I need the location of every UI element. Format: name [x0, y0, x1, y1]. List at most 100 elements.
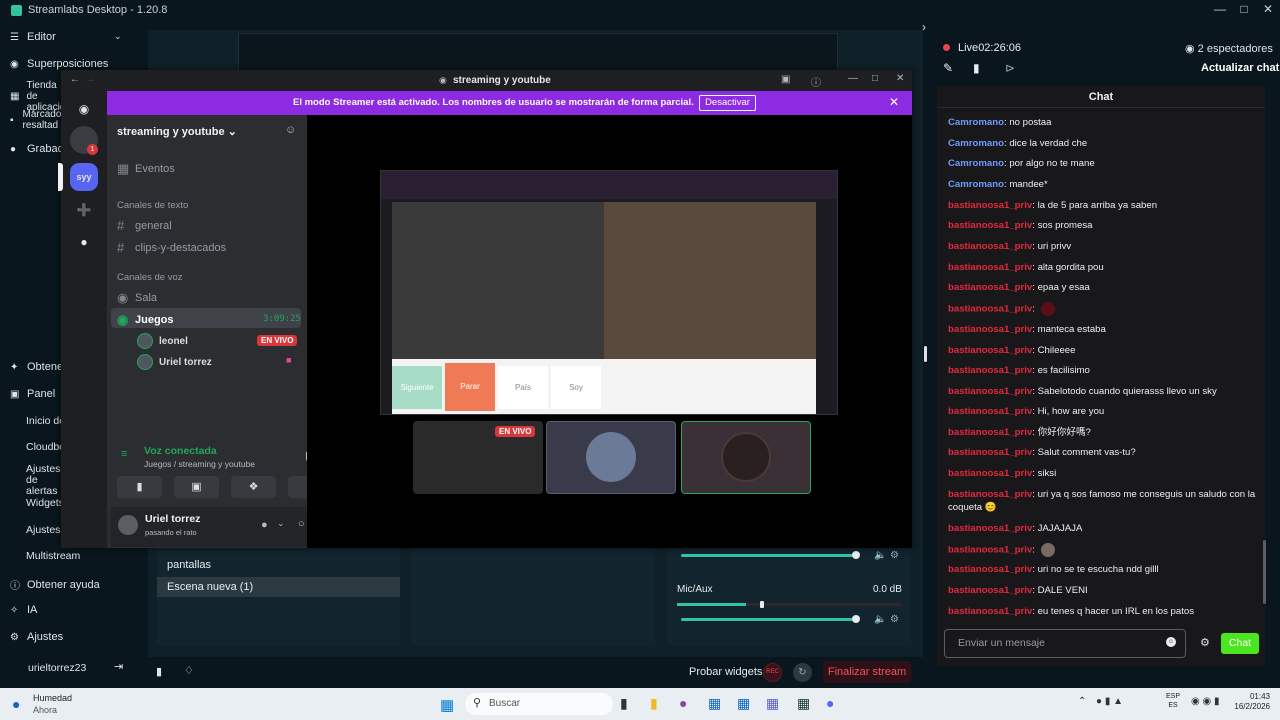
copilot-icon[interactable]: ●: [679, 695, 687, 711]
voice-channel-sala[interactable]: ◉ Sala: [117, 290, 157, 306]
sidebar-sub-inicio[interactable]: Inicio de: [26, 415, 65, 427]
headphones-icon[interactable]: ○: [298, 518, 305, 530]
chat-username[interactable]: bastianoosa1_priv: [948, 324, 1032, 335]
inbox-icon[interactable]: ▣: [781, 74, 790, 85]
emoji-icon[interactable]: ☺: [1166, 637, 1176, 647]
scene-item[interactable]: pantallas: [157, 555, 400, 575]
chat-username[interactable]: bastianoosa1_priv: [948, 545, 1032, 556]
discord-taskbar-icon[interactable]: ●: [826, 695, 834, 711]
taskbar-search[interactable]: ⚲ Buscar: [465, 693, 613, 715]
avatar[interactable]: [118, 515, 138, 535]
speaker-icon[interactable]: 🔈: [874, 614, 886, 625]
voice-user-uriel[interactable]: Uriel torrez: [137, 354, 212, 370]
speaker-icon[interactable]: 🔈: [874, 550, 886, 561]
minimize-button[interactable]: —: [848, 73, 858, 84]
weather-title[interactable]: Humedad: [33, 693, 72, 703]
chat-username[interactable]: bastianoosa1_priv: [948, 262, 1032, 273]
chat-username[interactable]: bastianoosa1_priv: [948, 585, 1032, 596]
deactivate-button[interactable]: Desactivar: [699, 95, 756, 111]
volume-slider-1[interactable]: [681, 554, 857, 557]
close-button[interactable]: ✕: [896, 73, 904, 84]
chat-username[interactable]: bastianoosa1_priv: [948, 564, 1032, 575]
sidebar-item-panel[interactable]: ▣ Panel: [10, 388, 55, 400]
sidebar-sub-widgets[interactable]: Widgets: [26, 497, 64, 509]
sidebar-item-help[interactable]: ⓘ Obtener ayuda: [10, 577, 100, 593]
chat-username[interactable]: bastianoosa1_priv: [948, 468, 1032, 479]
folder-icon[interactable]: ▮: [650, 695, 658, 712]
server-name[interactable]: streaming y youtube ⌄: [117, 125, 237, 138]
sidebar-item-obtain[interactable]: ✦ Obtener: [10, 361, 67, 373]
file-explorer-icon[interactable]: ▮: [620, 695, 628, 712]
chat-username[interactable]: bastianoosa1_priv: [948, 220, 1032, 231]
sidebar-item-ai[interactable]: ✧ IA: [10, 604, 37, 616]
discord-home-icon[interactable]: ◉: [70, 95, 98, 123]
test-widgets-button[interactable]: Probar widgets: [689, 666, 762, 678]
chat-username[interactable]: Camromano: [948, 117, 1004, 128]
chat-username[interactable]: bastianoosa1_priv: [948, 282, 1032, 293]
share-icon[interactable]: ⊳: [1005, 61, 1015, 75]
chevron-down-icon[interactable]: ⌄: [114, 31, 122, 42]
windows-start-icon[interactable]: ▦: [440, 696, 454, 714]
chat-username[interactable]: bastianoosa1_priv: [948, 447, 1032, 458]
clock[interactable]: 01:43 16/2/2026: [1228, 692, 1270, 712]
chat-username[interactable]: Camromano: [948, 179, 1004, 190]
activities-button[interactable]: ❖: [231, 476, 276, 498]
volume-slider-2[interactable]: [681, 618, 857, 621]
logout-icon[interactable]: ⇥: [114, 660, 123, 673]
close-button[interactable]: ✕: [1256, 0, 1280, 20]
sidebar-item-overlays[interactable]: ◉ Superposiciones: [10, 58, 108, 70]
close-icon[interactable]: ✕: [889, 95, 899, 109]
tray-icons[interactable]: ● ▮ ▲: [1096, 696, 1123, 707]
chat-username[interactable]: bastianoosa1_priv: [948, 345, 1032, 356]
stats-icon[interactable]: ▮: [156, 665, 162, 678]
username[interactable]: urieltorrez23: [28, 662, 86, 674]
record-button[interactable]: REC: [763, 663, 782, 682]
help-icon[interactable]: ⓘ: [811, 74, 821, 89]
forward-icon[interactable]: →: [85, 74, 95, 85]
chat-username[interactable]: bastianoosa1_priv: [948, 427, 1032, 438]
folder-icon[interactable]: ▮: [973, 61, 980, 75]
text-category[interactable]: Canales de texto: [117, 200, 188, 211]
chat-settings-icon[interactable]: ⚙: [1200, 636, 1210, 649]
outlook-icon[interactable]: ▦: [737, 695, 750, 712]
teams-icon[interactable]: ▦: [766, 695, 779, 712]
end-stream-button[interactable]: Finalizar stream: [823, 661, 911, 683]
sidebar-item-settings[interactable]: ⚙ Ajustes: [10, 631, 63, 643]
voice-channel-juegos[interactable]: ◉ Juegos: [117, 312, 174, 328]
replay-icon[interactable]: ↻: [793, 663, 812, 682]
chat-username[interactable]: bastianoosa1_priv: [948, 606, 1032, 617]
events-item[interactable]: ▦ Eventos: [117, 161, 175, 177]
resize-handle[interactable]: [924, 346, 927, 362]
chat-username[interactable]: bastianoosa1_priv: [948, 523, 1032, 534]
chat-send-button[interactable]: Chat: [1221, 633, 1259, 654]
channel-clips[interactable]: # clips-y-destacados: [117, 240, 226, 255]
chat-username[interactable]: bastianoosa1_priv: [948, 365, 1032, 376]
chat-username[interactable]: bastianoosa1_priv: [948, 489, 1032, 500]
user-tile[interactable]: [546, 421, 676, 494]
channel-general[interactable]: # general: [117, 218, 172, 233]
bell-icon[interactable]: ♢: [184, 664, 194, 677]
network-icon[interactable]: ◉ ◉ ▮: [1191, 696, 1220, 707]
chat-username[interactable]: bastianoosa1_priv: [948, 386, 1032, 397]
camera-off-button[interactable]: ▮: [117, 476, 162, 498]
screen-share-button[interactable]: ▣: [174, 476, 219, 498]
user-tile-speaking[interactable]: [681, 421, 811, 494]
tray-chevron-icon[interactable]: ⌃: [1078, 696, 1086, 707]
gear-icon[interactable]: ⚙: [890, 614, 899, 625]
streamlabs-icon[interactable]: ▦: [797, 695, 810, 712]
lang-indicator[interactable]: ESP ES: [1166, 692, 1180, 710]
maximize-button[interactable]: □: [872, 73, 878, 84]
sidebar-item-highlighter[interactable]: ▪ Marcado resaltad: [10, 109, 65, 131]
store-icon[interactable]: ▦: [708, 695, 721, 712]
sidebar-sub-alerts[interactable]: Ajustes de alertas: [26, 464, 61, 497]
chat-username[interactable]: bastianoosa1_priv: [948, 241, 1032, 252]
voice-category[interactable]: Canales de voz: [117, 272, 182, 283]
minimize-button[interactable]: —: [1208, 0, 1232, 20]
sidebar-sub-multistream[interactable]: Multistream: [26, 550, 80, 562]
maximize-button[interactable]: □: [1232, 0, 1256, 20]
add-member-icon[interactable]: ☺: [285, 124, 296, 136]
chat-username[interactable]: Camromano: [948, 158, 1004, 169]
sidebar-item-editor[interactable]: ☰ Editor: [10, 31, 56, 43]
sidebar-sub-settings[interactable]: Ajustes: [26, 524, 60, 536]
update-chat-button[interactable]: Actualizar chat: [1201, 62, 1279, 74]
